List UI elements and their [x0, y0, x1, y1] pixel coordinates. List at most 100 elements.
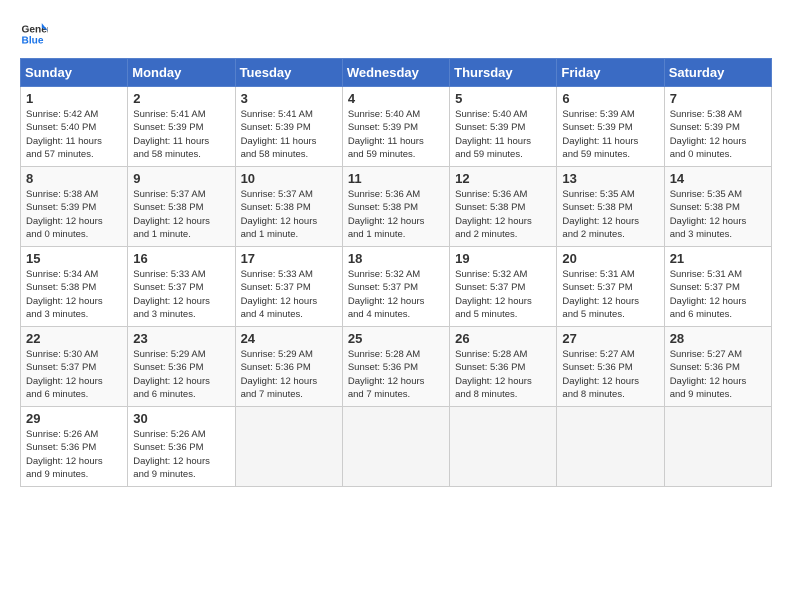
day-number: 9	[133, 171, 229, 186]
day-info: Sunrise: 5:37 AM Sunset: 5:38 PM Dayligh…	[241, 188, 337, 241]
calendar-table: SundayMondayTuesdayWednesdayThursdayFrid…	[20, 58, 772, 487]
calendar-cell: 17 Sunrise: 5:33 AM Sunset: 5:37 PM Dayli…	[235, 247, 342, 327]
calendar-cell: 12Sunrise: 5:36 AM Sunset: 5:38 PM Dayli…	[450, 167, 557, 247]
calendar-cell: 28 Sunrise: 5:27 AM Sunset: 5:36 PM Dayli…	[664, 327, 771, 407]
day-info: Sunrise: 5:36 AM Sunset: 5:38 PM Dayligh…	[348, 188, 444, 241]
day-number: 25	[348, 331, 444, 346]
calendar-cell: 18 Sunrise: 5:32 AM Sunset: 5:37 PM Dayli…	[342, 247, 449, 327]
calendar-week-row: 1Sunrise: 5:42 AM Sunset: 5:40 PM Daylig…	[21, 87, 772, 167]
calendar-cell	[235, 407, 342, 487]
day-header-wednesday: Wednesday	[342, 59, 449, 87]
calendar-cell: 10 Sunrise: 5:37 AM Sunset: 5:38 PM Dayli…	[235, 167, 342, 247]
day-number: 29	[26, 411, 122, 426]
day-number: 3	[241, 91, 337, 106]
calendar-cell	[450, 407, 557, 487]
day-number: 18	[348, 251, 444, 266]
day-number: 26	[455, 331, 551, 346]
day-header-sunday: Sunday	[21, 59, 128, 87]
day-info: Sunrise: 5:42 AM Sunset: 5:40 PM Dayligh…	[26, 108, 122, 161]
day-header-friday: Friday	[557, 59, 664, 87]
day-info: Sunrise: 5:28 AM Sunset: 5:36 PM Dayligh…	[455, 348, 551, 401]
day-number: 23	[133, 331, 229, 346]
calendar-cell: 14 Sunrise: 5:35 AM Sunset: 5:38 PM Dayli…	[664, 167, 771, 247]
calendar-cell: 19Sunrise: 5:32 AM Sunset: 5:37 PM Dayli…	[450, 247, 557, 327]
calendar-cell: 26 Sunrise: 5:28 AM Sunset: 5:36 PM Dayli…	[450, 327, 557, 407]
calendar-cell	[557, 407, 664, 487]
day-number: 21	[670, 251, 766, 266]
calendar-cell: 7 Sunrise: 5:38 AM Sunset: 5:39 PM Daylig…	[664, 87, 771, 167]
day-info: Sunrise: 5:32 AM Sunset: 5:37 PM Dayligh…	[348, 268, 444, 321]
day-number: 11	[348, 171, 444, 186]
day-info: Sunrise: 5:39 AM Sunset: 5:39 PM Dayligh…	[562, 108, 658, 161]
calendar-cell: 2 Sunrise: 5:41 AM Sunset: 5:39 PM Daylig…	[128, 87, 235, 167]
day-number: 27	[562, 331, 658, 346]
day-info: Sunrise: 5:31 AM Sunset: 5:37 PM Dayligh…	[562, 268, 658, 321]
calendar-cell: 4 Sunrise: 5:40 AM Sunset: 5:39 PM Daylig…	[342, 87, 449, 167]
day-info: Sunrise: 5:37 AM Sunset: 5:38 PM Dayligh…	[133, 188, 229, 241]
day-info: Sunrise: 5:38 AM Sunset: 5:39 PM Dayligh…	[670, 108, 766, 161]
calendar-header-row: SundayMondayTuesdayWednesdayThursdayFrid…	[21, 59, 772, 87]
calendar-cell: 13 Sunrise: 5:35 AM Sunset: 5:38 PM Dayli…	[557, 167, 664, 247]
calendar-cell: 24Sunrise: 5:29 AM Sunset: 5:36 PM Dayli…	[235, 327, 342, 407]
day-info: Sunrise: 5:35 AM Sunset: 5:38 PM Dayligh…	[670, 188, 766, 241]
day-number: 4	[348, 91, 444, 106]
day-number: 28	[670, 331, 766, 346]
calendar-week-row: 8 Sunrise: 5:38 AM Sunset: 5:39 PM Daylig…	[21, 167, 772, 247]
calendar-cell: 20 Sunrise: 5:31 AM Sunset: 5:37 PM Dayli…	[557, 247, 664, 327]
day-number: 17	[241, 251, 337, 266]
calendar-cell: 21 Sunrise: 5:31 AM Sunset: 5:37 PM Dayli…	[664, 247, 771, 327]
day-info: Sunrise: 5:40 AM Sunset: 5:39 PM Dayligh…	[348, 108, 444, 161]
day-number: 30	[133, 411, 229, 426]
day-info: Sunrise: 5:41 AM Sunset: 5:39 PM Dayligh…	[133, 108, 229, 161]
calendar-cell: 16 Sunrise: 5:33 AM Sunset: 5:37 PM Dayli…	[128, 247, 235, 327]
calendar-cell: 27Sunrise: 5:27 AM Sunset: 5:36 PM Dayli…	[557, 327, 664, 407]
calendar-week-row: 15 Sunrise: 5:34 AM Sunset: 5:38 PM Dayli…	[21, 247, 772, 327]
day-number: 6	[562, 91, 658, 106]
day-number: 15	[26, 251, 122, 266]
day-header-saturday: Saturday	[664, 59, 771, 87]
day-info: Sunrise: 5:34 AM Sunset: 5:38 PM Dayligh…	[26, 268, 122, 321]
day-info: Sunrise: 5:38 AM Sunset: 5:39 PM Dayligh…	[26, 188, 122, 241]
day-header-tuesday: Tuesday	[235, 59, 342, 87]
day-number: 2	[133, 91, 229, 106]
day-info: Sunrise: 5:36 AM Sunset: 5:38 PM Dayligh…	[455, 188, 551, 241]
calendar-cell: 22 Sunrise: 5:30 AM Sunset: 5:37 PM Dayli…	[21, 327, 128, 407]
calendar-cell: 6 Sunrise: 5:39 AM Sunset: 5:39 PM Daylig…	[557, 87, 664, 167]
day-info: Sunrise: 5:29 AM Sunset: 5:36 PM Dayligh…	[133, 348, 229, 401]
calendar-cell: 29Sunrise: 5:26 AM Sunset: 5:36 PM Dayli…	[21, 407, 128, 487]
day-number: 16	[133, 251, 229, 266]
calendar-cell: 23 Sunrise: 5:29 AM Sunset: 5:36 PM Dayli…	[128, 327, 235, 407]
day-number: 22	[26, 331, 122, 346]
page-header: General Blue	[20, 20, 772, 48]
day-info: Sunrise: 5:33 AM Sunset: 5:37 PM Dayligh…	[133, 268, 229, 321]
logo: General Blue	[20, 20, 48, 48]
calendar-cell: 9 Sunrise: 5:37 AM Sunset: 5:38 PM Daylig…	[128, 167, 235, 247]
day-info: Sunrise: 5:30 AM Sunset: 5:37 PM Dayligh…	[26, 348, 122, 401]
day-info: Sunrise: 5:31 AM Sunset: 5:37 PM Dayligh…	[670, 268, 766, 321]
day-number: 13	[562, 171, 658, 186]
svg-text:Blue: Blue	[22, 35, 44, 46]
day-info: Sunrise: 5:35 AM Sunset: 5:38 PM Dayligh…	[562, 188, 658, 241]
calendar-cell	[342, 407, 449, 487]
calendar-cell: 30 Sunrise: 5:26 AM Sunset: 5:36 PM Dayli…	[128, 407, 235, 487]
day-info: Sunrise: 5:40 AM Sunset: 5:39 PM Dayligh…	[455, 108, 551, 161]
day-number: 10	[241, 171, 337, 186]
calendar-cell	[664, 407, 771, 487]
day-header-monday: Monday	[128, 59, 235, 87]
day-number: 7	[670, 91, 766, 106]
day-number: 20	[562, 251, 658, 266]
calendar-cell: 11 Sunrise: 5:36 AM Sunset: 5:38 PM Dayli…	[342, 167, 449, 247]
calendar-cell: 15 Sunrise: 5:34 AM Sunset: 5:38 PM Dayli…	[21, 247, 128, 327]
calendar-cell: 5Sunrise: 5:40 AM Sunset: 5:39 PM Daylig…	[450, 87, 557, 167]
day-number: 14	[670, 171, 766, 186]
day-info: Sunrise: 5:26 AM Sunset: 5:36 PM Dayligh…	[133, 428, 229, 481]
day-info: Sunrise: 5:27 AM Sunset: 5:36 PM Dayligh…	[670, 348, 766, 401]
logo-icon: General Blue	[20, 20, 48, 48]
day-header-thursday: Thursday	[450, 59, 557, 87]
calendar-cell: 25Sunrise: 5:28 AM Sunset: 5:36 PM Dayli…	[342, 327, 449, 407]
day-info: Sunrise: 5:29 AM Sunset: 5:36 PM Dayligh…	[241, 348, 337, 401]
day-number: 8	[26, 171, 122, 186]
calendar-week-row: 22 Sunrise: 5:30 AM Sunset: 5:37 PM Dayli…	[21, 327, 772, 407]
calendar-week-row: 29 Sunrise: 5:26 AM Sunset: 5:36 PM Dayli…	[21, 407, 772, 487]
day-info: Sunrise: 5:33 AM Sunset: 5:37 PM Dayligh…	[241, 268, 337, 321]
